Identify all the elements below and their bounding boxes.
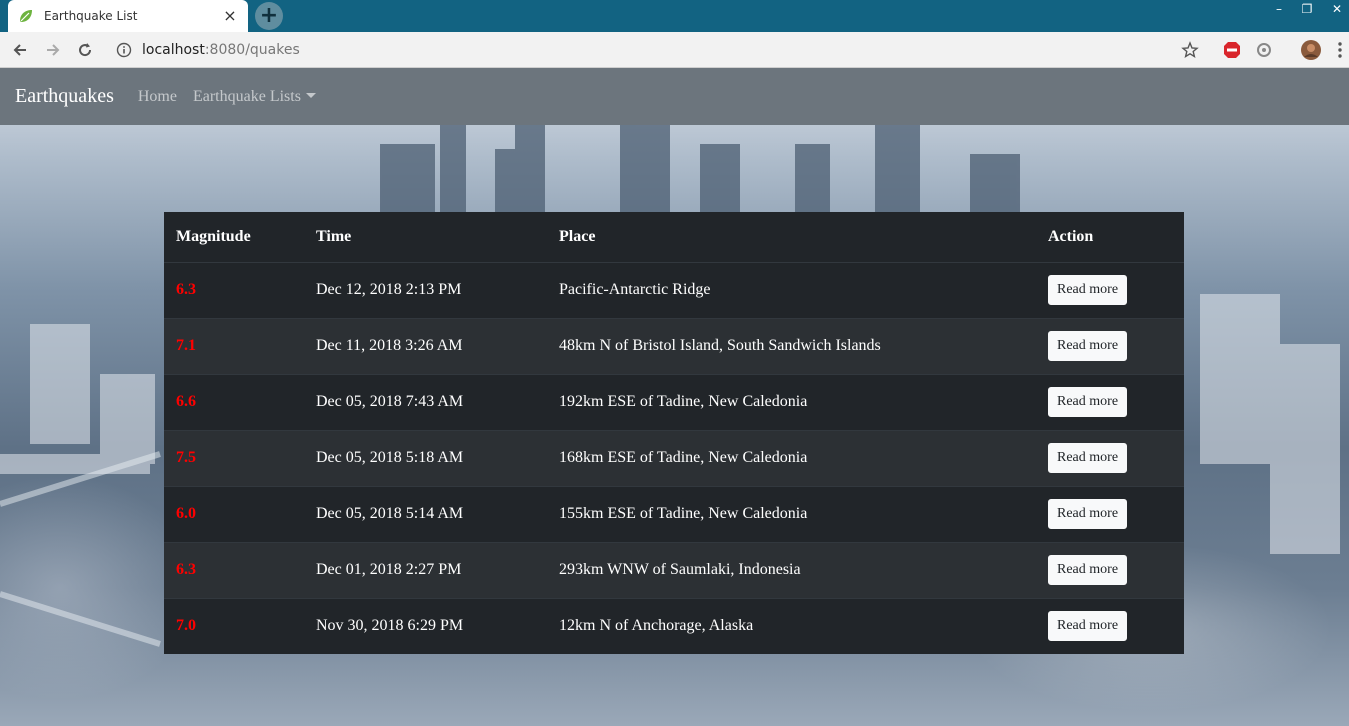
page-content: Earthquakes Home Earthquake Lists Magnit… [0,68,1349,726]
read-more-button[interactable]: Read more [1048,499,1128,529]
read-more-button[interactable]: Read more [1048,275,1128,305]
table-row: 6.3 Dec 01, 2018 2:27 PM 293km WNW of Sa… [164,541,1184,598]
table-row: 6.0 Dec 05, 2018 5:14 AM 155km ESE of Ta… [164,485,1184,542]
extension-icon[interactable] [1254,40,1274,60]
earthquake-table-container: Magnitude Time Place Action 6.3 Dec 12, … [164,212,1184,654]
url-text: localhost:8080/quakes [142,42,300,58]
read-more-button[interactable]: Read more [1048,331,1128,361]
nav-dropdown-label: Earthquake Lists [192,87,301,105]
table-row: 7.0 Nov 30, 2018 6:29 PM 12km N of Ancho… [164,597,1184,654]
navbar: Earthquakes Home Earthquake Lists [0,68,1349,125]
earthquake-table: Magnitude Time Place Action 6.3 Dec 12, … [164,212,1184,654]
action-cell: Read more [1036,373,1184,430]
reload-button[interactable] [73,38,97,62]
navbar-brand[interactable]: Earthquakes [15,85,114,108]
forward-button[interactable] [41,38,65,62]
adblock-icon[interactable] [1222,40,1242,60]
time-cell: Nov 30, 2018 6:29 PM [304,597,547,654]
header-place: Place [559,227,596,245]
read-more-button[interactable]: Read more [1048,555,1128,585]
table-row: 7.1 Dec 11, 2018 3:26 AM 48km N of Brist… [164,317,1184,374]
place-cell: 155km ESE of Tadine, New Caledonia [547,485,1036,542]
nav-dropdown-earthquake-lists[interactable]: Earthquake Lists [193,88,316,106]
time-cell: Dec 12, 2018 2:13 PM [304,261,547,318]
leaf-icon [20,10,32,22]
browser-toolbar: localhost:8080/quakes [0,32,1349,68]
action-cell: Read more [1036,541,1184,598]
tab-title: Earthquake List [44,9,138,23]
browser-tab[interactable]: Earthquake List × [8,0,248,32]
window-close-icon[interactable]: ✕ [1322,0,1349,20]
action-cell: Read more [1036,597,1184,654]
restore-icon[interactable]: ❐ [1292,0,1322,20]
place-cell: Pacific-Antarctic Ridge [547,261,1036,318]
info-icon[interactable] [116,42,132,58]
table-row: 7.5 Dec 05, 2018 5:18 AM 168km ESE of Ta… [164,429,1184,486]
magnitude-cell: 6.0 [164,485,304,542]
read-more-button[interactable]: Read more [1048,387,1128,417]
arrow-right-icon [47,44,60,56]
time-cell: Dec 01, 2018 2:27 PM [304,541,547,598]
place-cell: 12km N of Anchorage, Alaska [547,597,1036,654]
magnitude-cell: 6.3 [164,541,304,598]
address-bar[interactable]: localhost:8080/quakes [110,36,1210,64]
place-cell: 293km WNW of Saumlaki, Indonesia [547,541,1036,598]
table-row: 6.6 Dec 05, 2018 7:43 AM 192km ESE of Ta… [164,373,1184,430]
action-cell: Read more [1036,485,1184,542]
back-button[interactable] [8,38,32,62]
nav-link-home[interactable]: Home [138,88,177,106]
time-cell: Dec 11, 2018 3:26 AM [304,317,547,374]
table-header-row: Magnitude Time Place Action [164,212,1184,262]
new-tab-button[interactable]: + [255,2,283,30]
bookmark-star-icon[interactable] [1180,40,1200,60]
reload-icon [79,43,92,57]
action-cell: Read more [1036,261,1184,318]
place-cell: 192km ESE of Tadine, New Caledonia [547,373,1036,430]
time-cell: Dec 05, 2018 5:18 AM [304,429,547,486]
url-path: :8080/quakes [204,42,300,58]
header-action: Action [1048,227,1094,245]
minimize-icon[interactable]: – [1264,0,1294,20]
time-cell: Dec 05, 2018 5:14 AM [304,485,547,542]
read-more-button[interactable]: Read more [1048,611,1128,642]
browser-tabstrip: Earthquake List × + – ❐ ✕ [0,0,1349,32]
header-magnitude: Magnitude [176,227,251,245]
magnitude-cell: 6.3 [164,261,304,318]
header-time: Time [316,227,352,245]
caret-down-icon [305,92,316,98]
arrow-left-icon [13,44,26,56]
avatar[interactable] [1301,40,1321,60]
magnitude-cell: 6.6 [164,373,304,430]
menu-icon[interactable] [1330,40,1349,60]
table-row: 6.3 Dec 12, 2018 2:13 PM Pacific-Antarct… [164,261,1184,318]
place-cell: 48km N of Bristol Island, South Sandwich… [547,317,1036,374]
action-cell: Read more [1036,317,1184,374]
place-cell: 168km ESE of Tadine, New Caledonia [547,429,1036,486]
magnitude-cell: 7.0 [164,597,304,654]
time-cell: Dec 05, 2018 7:43 AM [304,373,547,430]
magnitude-cell: 7.1 [164,317,304,374]
read-more-button[interactable]: Read more [1048,443,1128,473]
magnitude-cell: 7.5 [164,429,304,486]
action-cell: Read more [1036,429,1184,486]
url-host: localhost [142,42,205,58]
close-icon[interactable]: × [222,8,238,24]
